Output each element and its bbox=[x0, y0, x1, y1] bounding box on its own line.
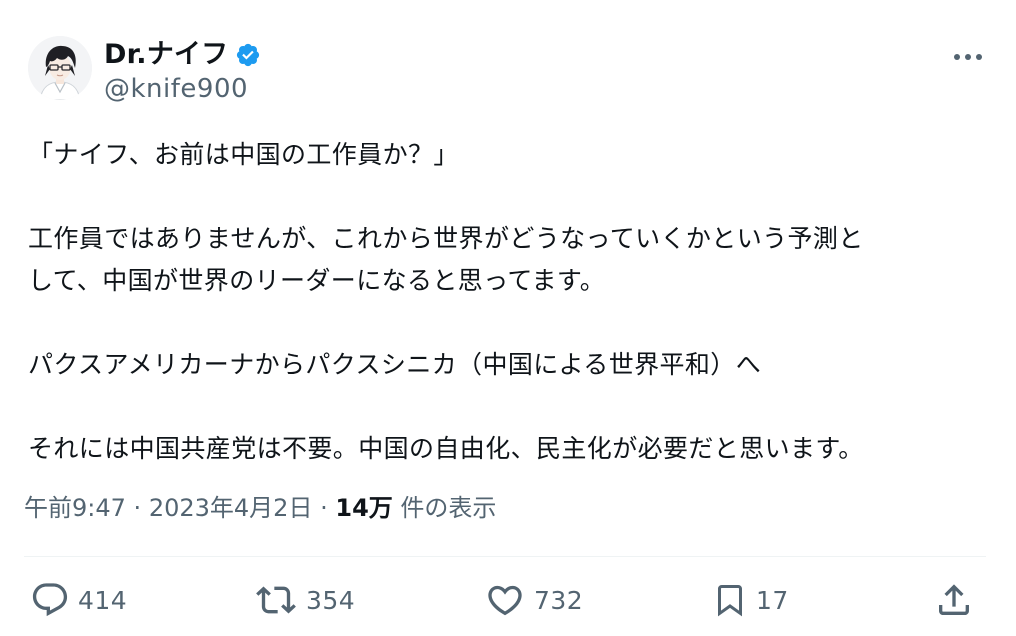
like-count: 732 bbox=[534, 585, 584, 615]
anime-avatar-icon bbox=[28, 36, 92, 100]
divider bbox=[24, 556, 986, 557]
meta-separator: · bbox=[320, 494, 328, 522]
reply-button[interactable]: 414 bbox=[30, 578, 127, 622]
meta-separator: · bbox=[133, 494, 142, 522]
heart-icon bbox=[488, 585, 522, 616]
more-options-button[interactable] bbox=[948, 42, 988, 72]
repost-button[interactable]: 354 bbox=[254, 578, 355, 622]
verified-badge-icon[interactable] bbox=[235, 42, 261, 68]
share-button[interactable] bbox=[934, 578, 974, 622]
more-dots-icon bbox=[954, 54, 982, 60]
reply-icon bbox=[32, 583, 68, 617]
avatar[interactable] bbox=[28, 36, 92, 100]
tweet-date[interactable]: 2023年4月2日 bbox=[149, 494, 313, 522]
tweet-paragraph: パクスアメリカーナからパクスシニカ（中国による世界平和）へ bbox=[28, 350, 762, 379]
repost-count: 354 bbox=[306, 585, 356, 615]
tweet-card: Dr.ナイフ @knife900 「ナイフ、お前は中国の工作員か？」 工作員では… bbox=[0, 0, 1016, 636]
bookmark-count: 17 bbox=[756, 585, 789, 615]
user-handle[interactable]: @knife900 bbox=[104, 74, 248, 104]
display-name[interactable]: Dr.ナイフ bbox=[104, 38, 228, 72]
tweet-paragraph: それには中国共産党は不要。中国の自由化、民主化が必要だと思います。 bbox=[28, 434, 864, 463]
like-button[interactable]: 732 bbox=[484, 578, 583, 622]
views-count[interactable]: 14万 bbox=[335, 494, 392, 522]
tweet-text: 「ナイフ、お前は中国の工作員か？」 工作員ではありませんが、これから世界がどうな… bbox=[28, 134, 978, 470]
repost-icon bbox=[256, 586, 296, 614]
views-label[interactable]: 件の表示 bbox=[400, 494, 496, 522]
reply-count: 414 bbox=[78, 585, 128, 615]
bookmark-button[interactable]: 17 bbox=[712, 578, 789, 622]
tweet-paragraph: 「ナイフ、お前は中国の工作員か？」 bbox=[28, 140, 459, 169]
name-row: Dr.ナイフ bbox=[104, 38, 261, 72]
tweet-meta: 午前9:47 · 2023年4月2日 · 14万 件の表示 bbox=[24, 488, 496, 528]
share-icon bbox=[939, 584, 969, 615]
tweet-paragraph: 工作員ではありませんが、これから世界がどうなっていくかという予測と して、中国が… bbox=[28, 224, 864, 295]
tweet-header: Dr.ナイフ @knife900 bbox=[28, 36, 988, 106]
bookmark-icon bbox=[718, 585, 742, 617]
action-bar: 414 354 732 17 bbox=[0, 572, 1016, 628]
tweet-time[interactable]: 午前9:47 bbox=[24, 494, 126, 522]
